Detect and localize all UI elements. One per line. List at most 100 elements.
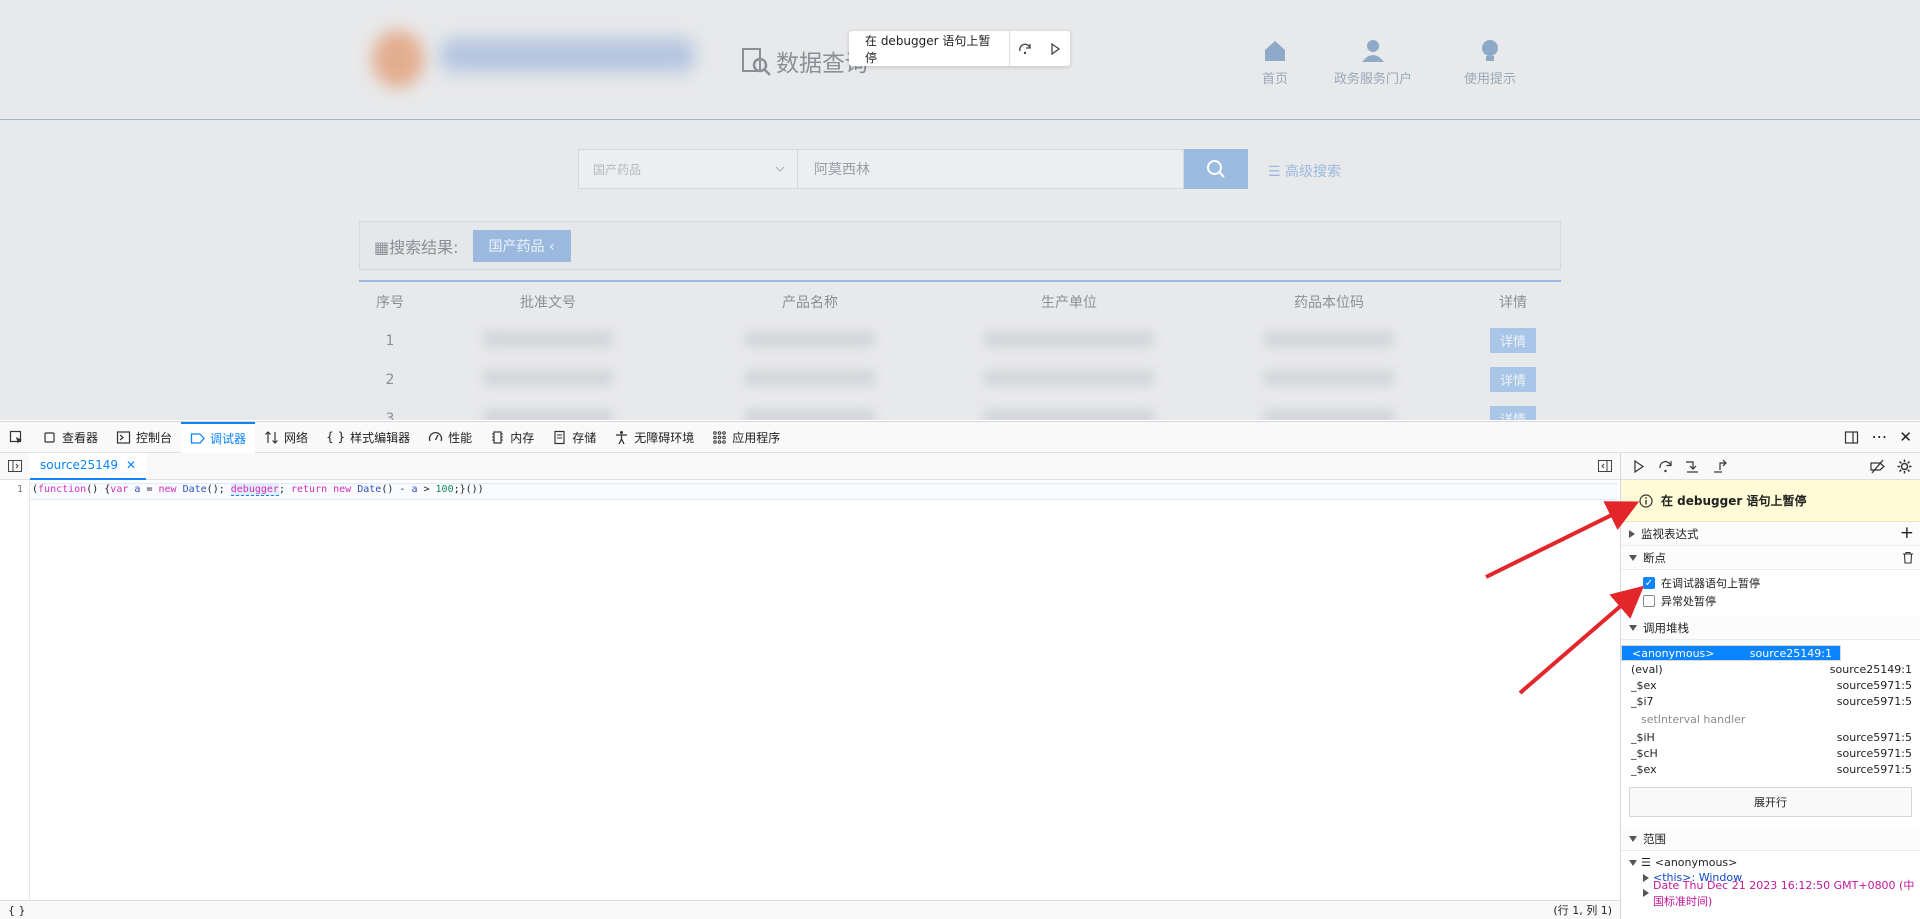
advanced-search-link[interactable]: ☰ 高级搜索	[1268, 161, 1341, 181]
stack-frame[interactable]: _$ex source5971:5	[1621, 761, 1920, 777]
expand-arrow-icon	[1629, 529, 1635, 538]
trash-icon[interactable]	[1902, 551, 1914, 564]
detail-button[interactable]: 详情	[1489, 328, 1536, 353]
source-tabs-bar: source25149 ✕	[0, 452, 1620, 480]
close-tab-icon[interactable]: ✕	[126, 458, 136, 472]
result-bar: ▦搜索结果: 国产药品 ‹	[359, 221, 1561, 270]
braces-icon: { }	[326, 430, 346, 444]
stack-frame[interactable]: _$cH source5971:5	[1621, 745, 1920, 761]
detail-button[interactable]: 详情	[1489, 367, 1536, 392]
debugger-pause-banner: 在 debugger 语句上暂停	[849, 31, 1070, 66]
tab-accessibility[interactable]: 无障碍环境	[605, 422, 703, 453]
tab-memory[interactable]: 内存	[481, 422, 543, 453]
tab-performance[interactable]: 性能	[419, 422, 481, 453]
call-stack-list: <anonymous> source25149:1 (eval) source251…	[1621, 640, 1920, 777]
filter-icon: ☰	[1268, 164, 1286, 180]
expand-rows-button[interactable]: 展开行	[1629, 787, 1912, 817]
element-picker[interactable]	[0, 422, 33, 453]
tab-style-editor[interactable]: { } 样式编辑器	[317, 422, 419, 453]
scope-item[interactable]: ☰ <anonymous>	[1629, 855, 1920, 870]
search-icon	[1207, 160, 1225, 178]
tab-network[interactable]: 网络	[255, 422, 317, 453]
tab-storage[interactable]: 存储	[543, 422, 605, 453]
detail-button[interactable]: 详情	[1489, 406, 1536, 420]
checkbox-unchecked-icon[interactable]	[1643, 595, 1655, 607]
scope-header[interactable]: 范围	[1621, 827, 1920, 851]
debugger-icon	[190, 432, 205, 444]
results-table: 序号 批准文号 产品名称 生产单位 药品本位码 详情 1 详情 2 详情 3	[359, 280, 1561, 420]
source-tab[interactable]: source25149 ✕	[30, 452, 147, 480]
stack-frame[interactable]: _$ex source5971:5	[1621, 677, 1920, 693]
code-editor[interactable]: 1 (function() {var a = new Date(); debug…	[0, 480, 1620, 900]
table-row: 2 详情	[359, 360, 1561, 399]
table-row: 1 详情	[359, 321, 1561, 360]
stack-frame[interactable]: _$iH source5971:5	[1621, 729, 1920, 745]
tab-application[interactable]: 应用程序	[703, 422, 789, 453]
resume-icon[interactable]	[1040, 31, 1070, 66]
add-icon[interactable]: +	[1900, 525, 1914, 542]
toggle-sources-icon[interactable]	[8, 460, 22, 472]
tab-inspector[interactable]: 查看器	[33, 422, 107, 453]
step-over-icon[interactable]	[1010, 31, 1040, 66]
paused-message: 在 debugger 语句上暂停	[1621, 480, 1920, 522]
table-header: 序号 批准文号 产品名称 生产单位 药品本位码 详情	[359, 282, 1561, 321]
breakpoints-header[interactable]: 断点	[1621, 546, 1920, 570]
dock-icon[interactable]	[1844, 430, 1859, 445]
network-icon	[265, 430, 278, 444]
tab-console[interactable]: 控制台	[107, 422, 181, 453]
web-page: 数据查询 在 debugger 语句上暂停 首页 政务服务门户 使用提示 国产药…	[0, 0, 1920, 420]
console-icon	[116, 430, 131, 444]
watch-expressions-header[interactable]: 监视表达式 +	[1621, 522, 1920, 546]
close-icon[interactable]: ✕	[1899, 429, 1912, 445]
category-select[interactable]: 国产药品	[578, 149, 798, 189]
nav-help[interactable]: 使用提示	[1464, 38, 1516, 87]
nav-gov-portal[interactable]: 政务服务门户	[1334, 38, 1412, 87]
more-icon[interactable]: ⋯	[1871, 429, 1887, 445]
pretty-print-button[interactable]: { }	[8, 904, 26, 917]
stack-frame[interactable]: <anonymous> source25149:1	[1621, 645, 1841, 661]
lightbulb-icon	[1482, 40, 1498, 61]
toggle-sidebar-icon[interactable]	[1598, 460, 1612, 472]
header-approval-no: 批准文号	[520, 294, 576, 311]
disable-breakpoints-icon[interactable]	[1870, 459, 1885, 474]
tab-debugger[interactable]: 调试器	[181, 421, 256, 453]
inspector-icon	[44, 431, 55, 443]
result-tag[interactable]: 国产药品 ‹	[472, 229, 571, 262]
header-product-name: 产品名称	[782, 294, 838, 311]
checkbox-checked-icon[interactable]: ✓	[1643, 577, 1655, 589]
resume-icon[interactable]	[1631, 459, 1646, 474]
code-line: (function() {var a = new Date(); debugge…	[32, 484, 484, 496]
header-drug-code: 药品本位码	[1294, 294, 1364, 311]
picker-icon	[9, 430, 22, 444]
header-divider	[0, 119, 1920, 120]
user-icon	[1362, 40, 1384, 62]
step-over-icon[interactable]	[1658, 459, 1673, 474]
scope-item[interactable]: Date Thu Dec 21 2023 16:12:50 GMT+0800 (…	[1629, 879, 1920, 908]
result-label: ▦搜索结果:	[374, 237, 459, 257]
pause-on-exceptions-checkbox[interactable]: 异常处暂停	[1621, 592, 1920, 610]
header-manufacturer: 生产单位	[1041, 294, 1097, 311]
stack-frame[interactable]: (eval) source25149:1	[1621, 661, 1920, 677]
step-out-icon[interactable]	[1712, 459, 1727, 474]
search-bar: 国产药品 阿莫西林	[578, 149, 1248, 189]
stack-frame[interactable]: _$i7 source5971:5	[1621, 693, 1920, 709]
search-button[interactable]	[1184, 149, 1248, 189]
debugger-controls	[1621, 453, 1920, 480]
storage-icon	[554, 430, 565, 444]
info-icon	[1639, 493, 1653, 508]
editor-status-bar: { } (行 1, 列 1)	[0, 900, 1620, 919]
step-in-icon[interactable]	[1685, 459, 1700, 474]
gear-icon[interactable]	[1897, 459, 1912, 474]
search-input[interactable]: 阿莫西林	[798, 149, 1184, 189]
grid-icon	[713, 430, 727, 444]
call-stack-header[interactable]: 调用堆栈	[1621, 616, 1920, 640]
nav-home[interactable]: 首页	[1262, 38, 1288, 87]
cursor-position: (行 1, 列 1)	[1553, 904, 1612, 917]
search-doc-icon	[742, 48, 771, 76]
chip-icon	[492, 430, 504, 444]
scope-tree: ☰ <anonymous> <this>: Window Date Thu Dec…	[1621, 851, 1920, 908]
accessibility-icon	[616, 430, 628, 444]
debugger-sidebar: 在 debugger 语句上暂停 监视表达式 + 断点 ✓ 在调试器语句上暂停 异…	[1620, 453, 1920, 919]
gauge-icon	[429, 431, 443, 441]
pause-on-debugger-checkbox[interactable]: ✓ 在调试器语句上暂停	[1621, 574, 1920, 592]
